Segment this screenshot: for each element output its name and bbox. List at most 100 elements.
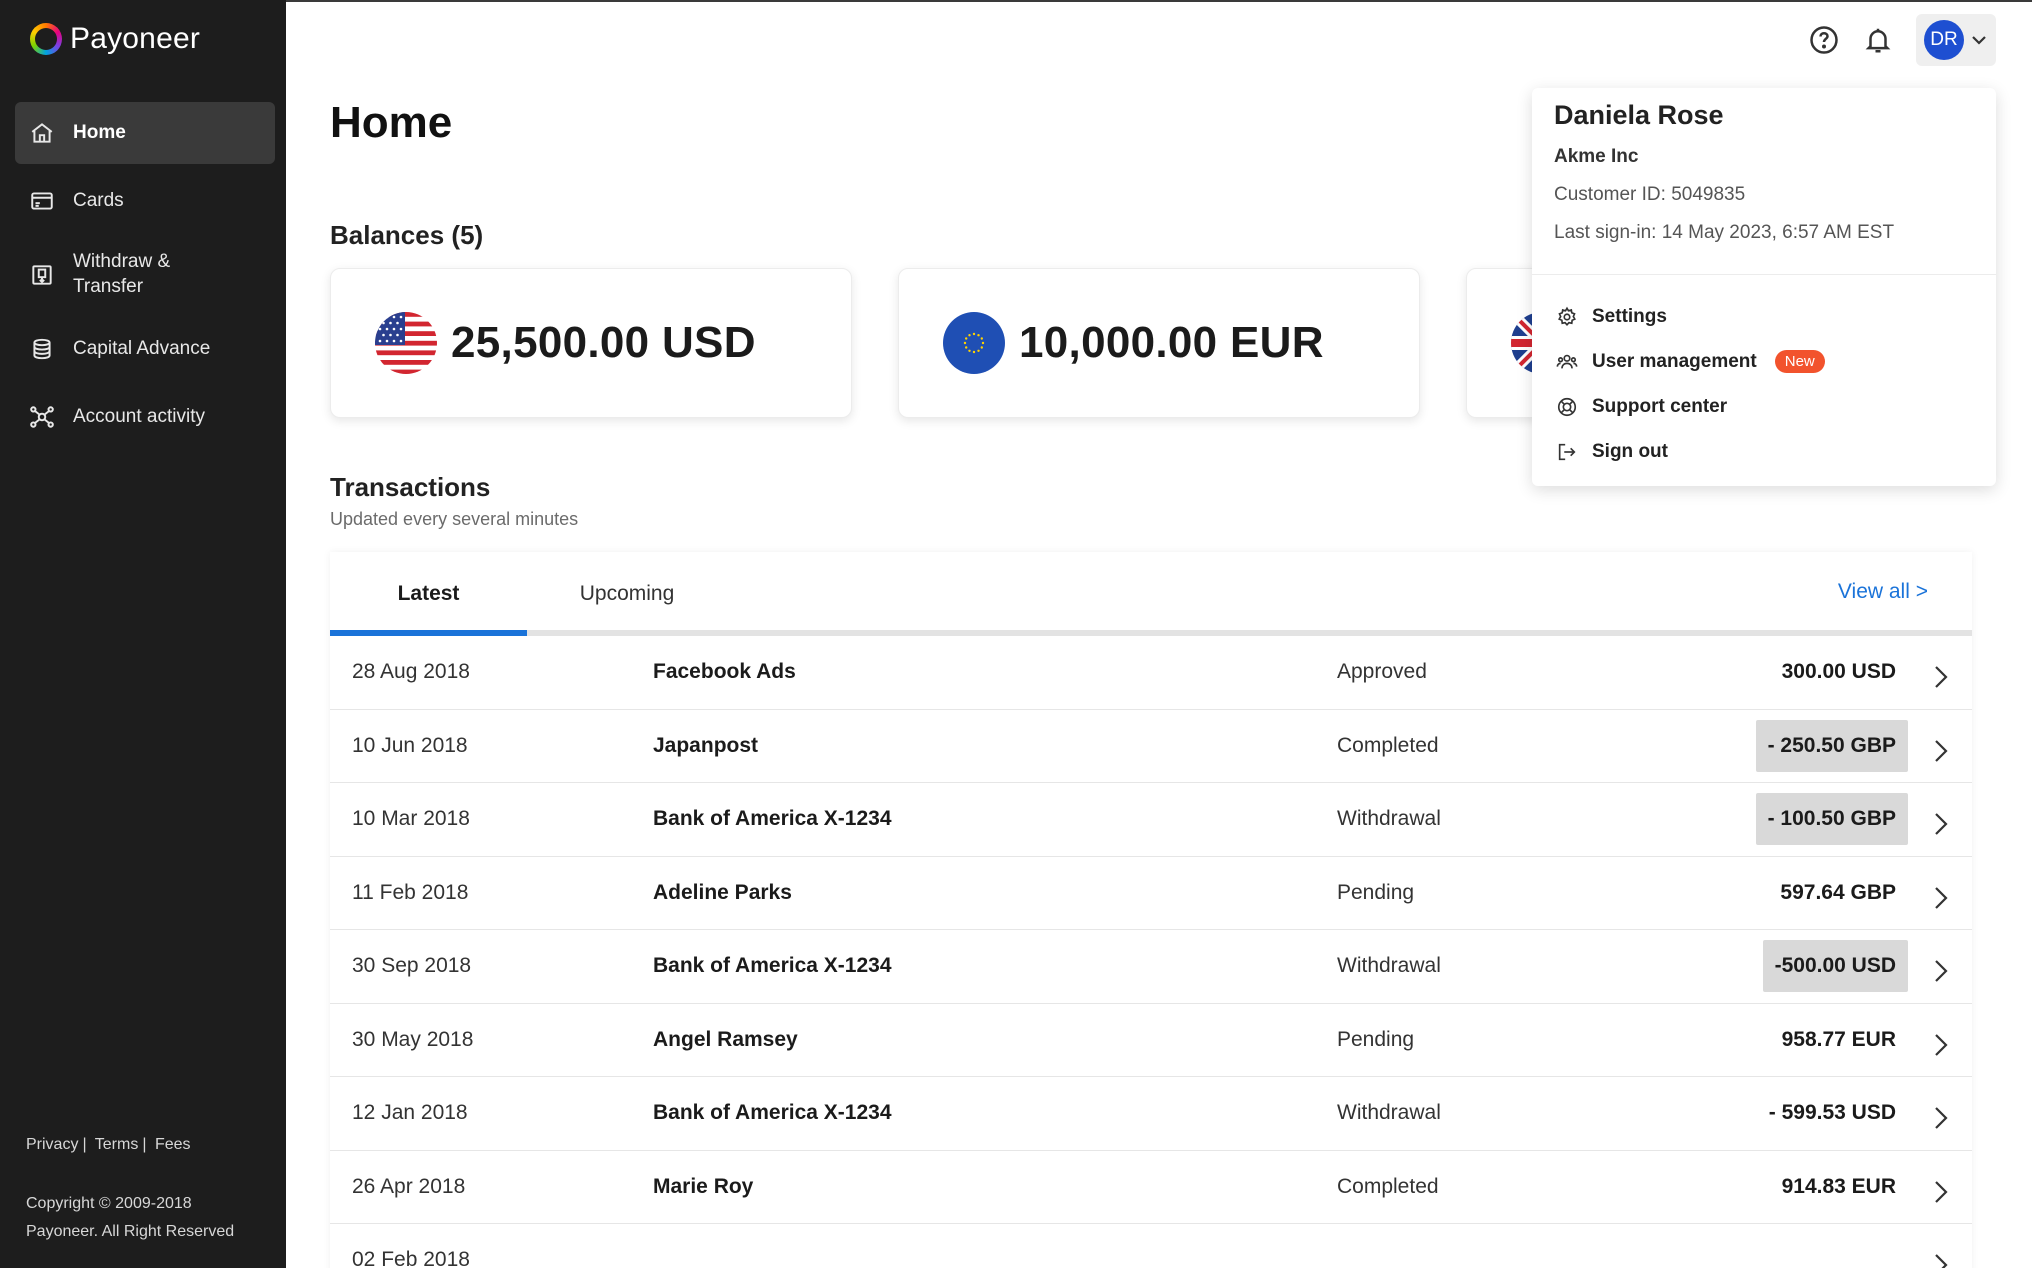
tx-status: Completed	[1337, 1174, 1439, 1198]
menu-item-settings[interactable]: Settings	[1556, 294, 1976, 339]
sidebar-item-label: Cards	[73, 190, 124, 211]
footer-separator: |	[82, 1136, 87, 1153]
chevron-right-icon[interactable]	[1934, 665, 1948, 689]
menu-item-user-management[interactable]: User management New	[1556, 339, 1976, 384]
us-flag-icon	[375, 312, 437, 374]
tx-status: Withdrawal	[1337, 1101, 1441, 1125]
tx-amount: 958.77 EUR	[1781, 1027, 1896, 1051]
tx-date: 11 Feb 2018	[352, 880, 469, 904]
tx-amount: 300.00 USD	[1781, 660, 1896, 684]
bell-icon[interactable]	[1862, 24, 1894, 56]
table-row[interactable]: 10 Jun 2018 Japanpost Completed - 250.50…	[330, 710, 1972, 783]
tx-amount: - 599.53 USD	[1768, 1101, 1896, 1125]
tx-date: 30 Sep 2018	[352, 954, 472, 978]
card-icon	[29, 188, 55, 214]
tx-amount: -500.00 USD	[1762, 940, 1908, 993]
sign-out-icon	[1558, 443, 1576, 460]
tx-name: Angel Ramsey	[653, 1027, 798, 1051]
chevron-right-icon[interactable]	[1934, 886, 1948, 909]
chevron-right-icon[interactable]	[1934, 1253, 1948, 1268]
transactions-panel: Latest Upcoming View all > 28 Aug 2018 F…	[330, 552, 1972, 1268]
customer-id: Customer ID: 5049835	[1554, 184, 1746, 205]
sidebar-item-label: Account activity	[73, 406, 205, 427]
sidebar-item-label: Withdraw & Transfer	[73, 251, 171, 297]
help-icon[interactable]	[1808, 24, 1840, 56]
menu-item-label: Sign out	[1592, 440, 1668, 462]
header-actions: DR	[1808, 14, 1996, 66]
tx-date: 28 Aug 2018	[352, 660, 470, 684]
home-icon	[29, 120, 55, 146]
table-row[interactable]: 26 Apr 2018 Marie Roy Completed 914.83 E…	[330, 1151, 1972, 1224]
profile-menu-list: Settings User management New Support cen…	[1556, 294, 1976, 474]
menu-item-label: User management	[1592, 350, 1757, 372]
tx-date: 02 Feb 2018	[352, 1248, 470, 1268]
tx-amount: - 100.50 GBP	[1755, 793, 1908, 846]
transactions-subtitle: Updated every several minutes	[330, 509, 579, 529]
table-row[interactable]: 02 Feb 2018	[330, 1224, 1972, 1268]
sidebar-item-label: Home	[73, 122, 126, 143]
tx-status: Pending	[1337, 880, 1415, 904]
tx-name: Marie Roy	[653, 1174, 754, 1198]
tab-latest[interactable]: Latest	[330, 552, 527, 636]
tx-status: Completed	[1337, 733, 1439, 757]
table-row[interactable]: 30 May 2018 Angel Ramsey Pending 958.77 …	[330, 1004, 1972, 1077]
lifebuoy-icon	[1557, 397, 1577, 416]
tx-status: Withdrawal	[1337, 807, 1441, 831]
tx-date: 10 Jun 2018	[352, 733, 468, 757]
table-row[interactable]: 28 Aug 2018 Facebook Ads Approved 300.00…	[330, 636, 1972, 710]
tx-name: Adeline Parks	[653, 880, 792, 904]
users-icon	[1556, 354, 1578, 368]
footer-separator: |	[142, 1136, 147, 1153]
table-row[interactable]: 12 Jan 2018 Bank of America X-1234 Withd…	[330, 1077, 1972, 1151]
sidebar-item-account-activity[interactable]: Account activity	[15, 386, 275, 448]
withdraw-icon	[29, 262, 55, 288]
chevron-right-icon[interactable]	[1934, 739, 1948, 762]
logo-text: Payoneer	[70, 22, 201, 55]
avatar: DR	[1924, 20, 1964, 60]
chevron-right-icon[interactable]	[1934, 1180, 1948, 1203]
view-all-link[interactable]: View all >	[1838, 580, 1928, 604]
menu-item-support-center[interactable]: Support center	[1556, 384, 1976, 429]
balance-card-usd[interactable]: 25,500.00 USD	[330, 268, 852, 418]
sidebar-item-capital-advance[interactable]: Capital Advance	[15, 318, 275, 380]
tx-status: Pending	[1337, 1027, 1415, 1051]
tx-amount: 597.64 GBP	[1780, 880, 1896, 904]
menu-item-sign-out[interactable]: Sign out	[1556, 429, 1976, 474]
coins-icon	[29, 336, 55, 362]
tx-amount	[1884, 1246, 1908, 1268]
profile-menu-toggle[interactable]: DR	[1916, 14, 1996, 66]
table-row[interactable]: 30 Sep 2018 Bank of America X-1234 Withd…	[330, 930, 1972, 1004]
sidebar-item-cards[interactable]: Cards	[15, 170, 275, 232]
eu-flag-icon	[943, 312, 1005, 374]
sidebar: Payoneer Home Cards Withdraw & Transfer …	[0, 0, 286, 1268]
sidebar-item-withdraw-transfer[interactable]: Withdraw & Transfer	[15, 238, 275, 312]
transactions-list: 28 Aug 2018 Facebook Ads Approved 300.00…	[330, 636, 1972, 1268]
menu-item-label: Settings	[1592, 305, 1667, 327]
chevron-right-icon[interactable]	[1934, 959, 1948, 983]
chevron-right-icon[interactable]	[1934, 1106, 1948, 1130]
balance-amount: 25,500.00 USD	[451, 318, 756, 367]
tx-name: Bank of America X-1234	[653, 954, 892, 978]
tx-amount: - 250.50 GBP	[1755, 719, 1908, 772]
fees-link[interactable]: Fees	[155, 1136, 191, 1153]
table-row[interactable]: 10 Mar 2018 Bank of America X-1234 Withd…	[330, 783, 1972, 857]
page-title: Home	[330, 98, 453, 147]
payoneer-logo[interactable]: Payoneer	[30, 22, 200, 56]
copyright-line: Payoneer. All Right Reserved	[26, 1223, 235, 1240]
divider	[1532, 274, 1996, 275]
tx-amount: 914.83 EUR	[1781, 1174, 1896, 1198]
tx-name: Japanpost	[653, 733, 759, 757]
privacy-link[interactable]: Privacy	[26, 1136, 78, 1153]
menu-item-label: Support center	[1592, 395, 1728, 417]
profile-name: Daniela Rose	[1554, 100, 1724, 130]
tab-upcoming[interactable]: Upcoming	[527, 552, 727, 636]
sidebar-item-home[interactable]: Home	[15, 102, 275, 164]
table-row[interactable]: 11 Feb 2018 Adeline Parks Pending 597.64…	[330, 857, 1972, 930]
terms-link[interactable]: Terms	[95, 1136, 139, 1153]
balance-amount: 10,000.00 EUR	[1019, 318, 1324, 367]
balance-card-eur[interactable]: 10,000.00 EUR	[898, 268, 1420, 418]
chevron-right-icon[interactable]	[1934, 1033, 1948, 1056]
tx-status: Withdrawal	[1337, 954, 1441, 978]
last-signin: Last sign-in: 14 May 2023, 6:57 AM EST	[1554, 222, 1895, 243]
chevron-right-icon[interactable]	[1934, 812, 1948, 836]
